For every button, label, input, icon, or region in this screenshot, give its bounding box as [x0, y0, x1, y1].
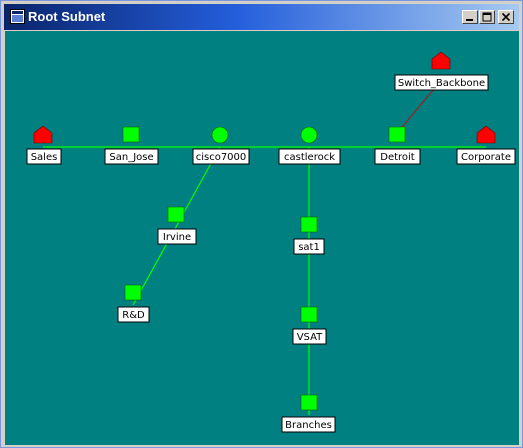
node-label: Detroit — [380, 152, 415, 163]
close-icon — [501, 12, 511, 22]
node-san_jose[interactable]: San_Jose — [104, 126, 159, 165]
node-house-icon — [33, 125, 53, 144]
node-label: VSAT — [297, 332, 323, 343]
title-bar[interactable]: Root Subnet — [4, 4, 519, 30]
node-cisco7000[interactable]: cisco7000 — [192, 126, 250, 165]
maximize-button[interactable] — [479, 10, 495, 24]
node-label: Irvine — [163, 232, 191, 243]
node-label: San_Jose — [109, 152, 153, 163]
node-square-icon — [300, 306, 318, 323]
node-switch_backbone[interactable]: Switch_Backbone — [394, 51, 489, 91]
network-map: Sales San_Jose cisco7000 castlerock Detroit C… — [26, 51, 516, 433]
close-button[interactable] — [498, 10, 514, 24]
node-circle-icon — [300, 126, 318, 144]
minimize-icon — [466, 19, 473, 21]
node-house-icon — [431, 51, 451, 70]
node-house-icon — [476, 125, 496, 144]
node-detroit[interactable]: Detroit — [374, 126, 421, 165]
node-square-icon — [122, 126, 140, 143]
node-label: Corporate — [461, 152, 511, 163]
node-square-icon — [388, 126, 406, 143]
node-square-icon — [300, 394, 318, 411]
node-label: Switch_Backbone — [398, 78, 485, 89]
root-subnet-window: Root Subnet Sales San_Jose cisco7000 castle… — [0, 0, 523, 448]
node-sales[interactable]: Sales — [26, 125, 62, 165]
minimize-button[interactable] — [462, 10, 478, 24]
maximize-icon — [482, 12, 492, 22]
node-label: sat1 — [298, 242, 320, 253]
node-label: castlerock — [284, 152, 335, 163]
node-corporate[interactable]: Corporate — [456, 125, 516, 165]
node-label: Branches — [285, 420, 332, 431]
window-title: Root Subnet — [28, 9, 106, 24]
node-circle-icon — [211, 126, 229, 144]
node-label: Sales — [31, 152, 58, 163]
node-square-icon — [167, 206, 185, 223]
node-castlerock[interactable]: castlerock — [278, 126, 341, 165]
node-label: R&D — [122, 310, 145, 321]
node-square-icon — [300, 216, 318, 233]
window-app-icon — [10, 9, 25, 24]
node-label: cisco7000 — [196, 152, 247, 163]
network-map-canvas[interactable]: Sales San_Jose cisco7000 castlerock Detroit C… — [5, 31, 519, 445]
node-square-icon — [124, 284, 142, 301]
